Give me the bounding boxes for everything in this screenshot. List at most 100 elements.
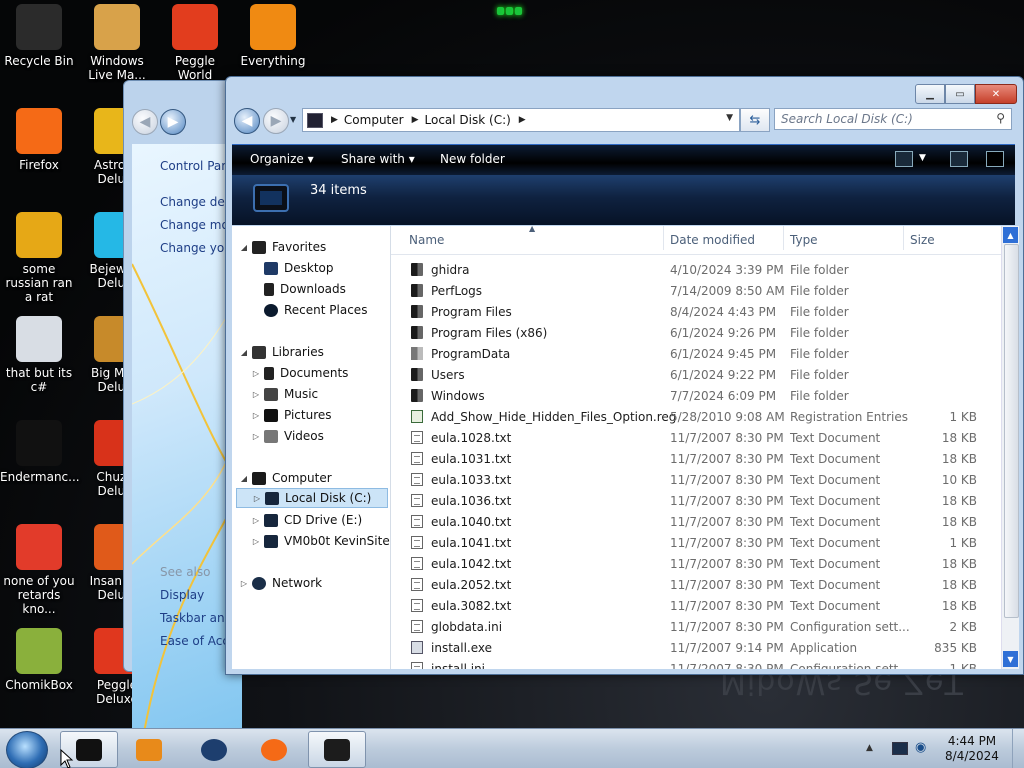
expand-arrow-icon[interactable]: ◢ <box>238 474 250 483</box>
file-row[interactable]: Windows 7/7/2024 6:09 PM File folder <box>391 385 1001 406</box>
desktop-shortcut[interactable]: Firefox <box>0 108 78 172</box>
nav-favorites[interactable]: ◢ Favorites <box>238 237 326 257</box>
file-row[interactable]: eula.3082.txt 11/7/2007 8:30 PM Text Docum… <box>391 595 1001 616</box>
file-row[interactable]: eula.1041.txt 11/7/2007 8:30 PM Text Docum… <box>391 532 1001 553</box>
file-row[interactable]: eula.2052.txt 11/7/2007 8:30 PM Text Docum… <box>391 574 1001 595</box>
collapse-arrow-icon[interactable]: ▷ <box>250 390 262 399</box>
file-row[interactable]: eula.1042.txt 11/7/2007 8:30 PM Text Docum… <box>391 553 1001 574</box>
show-desktop-button[interactable] <box>1012 729 1024 768</box>
expand-arrow-icon[interactable]: ◢ <box>238 348 250 357</box>
breadcrumb-arrow-icon[interactable]: ▶ <box>412 115 419 125</box>
change-view-icon[interactable] <box>895 151 913 167</box>
collapse-arrow-icon[interactable]: ▷ <box>250 411 262 420</box>
file-row[interactable]: ghidra 4/10/2024 3:39 PM File folder <box>391 259 1001 280</box>
nav-documents[interactable]: ▷ Documents <box>250 363 349 383</box>
nav-cd-drive[interactable]: ▷ CD Drive (E:) <box>250 510 362 530</box>
taskbar-button[interactable] <box>308 731 366 768</box>
start-button[interactable] <box>6 731 48 768</box>
nav-libraries[interactable]: ◢ Libraries <box>238 342 324 362</box>
file-row[interactable]: Add_Show_Hide_Hidden_Files_Option.reg 5/2… <box>391 406 1001 427</box>
explorer-window[interactable]: ▁ ▭ ✕ ◀ ▶ ▼ ▶ Computer ▶ Local Disk (C:)… <box>225 76 1024 675</box>
nav-music[interactable]: ▷ Music <box>250 384 318 404</box>
desktop-shortcut[interactable]: Recycle Bin <box>0 4 78 68</box>
file-row[interactable]: install.ini 11/7/2007 8:30 PM Configuratio… <box>391 658 1001 669</box>
address-bar[interactable]: ▶ Computer ▶ Local Disk (C:) ▶ ▼ <box>302 108 740 132</box>
collapse-arrow-icon[interactable]: ▷ <box>250 537 262 546</box>
collapse-arrow-icon[interactable]: ▷ <box>251 494 263 503</box>
volume-tray-icon[interactable]: ◉ <box>915 740 926 755</box>
file-row[interactable]: Program Files 8/4/2024 4:43 PM File folder <box>391 301 1001 322</box>
organize-button[interactable]: Organize ▾ <box>250 152 314 166</box>
scroll-thumb[interactable] <box>1004 244 1019 618</box>
file-row[interactable]: eula.1033.txt 11/7/2007 8:30 PM Text Docum… <box>391 469 1001 490</box>
display-link[interactable]: Display <box>160 588 204 602</box>
file-row[interactable]: install.exe 11/7/2007 9:14 PM Application 8… <box>391 637 1001 658</box>
help-icon[interactable] <box>986 151 1004 167</box>
taskbar-button[interactable] <box>185 731 243 768</box>
back-button[interactable]: ◀ <box>132 109 158 135</box>
column-header-size[interactable]: Size <box>910 233 935 247</box>
refresh-button[interactable]: ⇆ <box>740 108 770 132</box>
file-row[interactable]: eula.1040.txt 11/7/2007 8:30 PM Text Docum… <box>391 511 1001 532</box>
network-tray-icon[interactable] <box>892 742 908 755</box>
breadcrumb-computer[interactable]: Computer <box>344 113 404 127</box>
file-row[interactable]: eula.1031.txt 11/7/2007 8:30 PM Text Docum… <box>391 448 1001 469</box>
column-header-date[interactable]: Date modified <box>670 233 755 247</box>
column-header-type[interactable]: Type <box>790 233 818 247</box>
control-panel-window[interactable]: ◀ ▶ Control Pan... Change desk... Change… <box>123 80 249 744</box>
desktop-shortcut[interactable]: ChomikBox <box>0 628 78 692</box>
minimize-button[interactable]: ▁ <box>915 84 945 104</box>
new-folder-button[interactable]: New folder <box>440 152 505 166</box>
expand-arrow-icon[interactable]: ◢ <box>238 243 250 252</box>
nav-desktop[interactable]: Desktop <box>250 258 334 278</box>
nav-computer[interactable]: ◢ Computer <box>238 468 332 488</box>
file-row[interactable]: eula.1036.txt 11/7/2007 8:30 PM Text Docum… <box>391 490 1001 511</box>
file-row[interactable]: Users 6/1/2024 9:22 PM File folder <box>391 364 1001 385</box>
search-input[interactable]: Search Local Disk (C:) ⚲ <box>774 108 1012 130</box>
collapse-arrow-icon[interactable]: ▷ <box>250 369 262 378</box>
maximize-button[interactable]: ▭ <box>945 84 975 104</box>
breadcrumb-arrow-icon[interactable]: ▶ <box>519 115 526 125</box>
taskbar-button[interactable] <box>245 731 303 768</box>
close-button[interactable]: ✕ <box>975 84 1017 104</box>
back-button[interactable]: ◀ <box>234 108 260 134</box>
nav-downloads[interactable]: Downloads <box>250 279 346 299</box>
forward-button[interactable]: ▶ <box>263 108 289 134</box>
share-with-button[interactable]: Share with ▾ <box>341 152 415 166</box>
collapse-arrow-icon[interactable]: ▷ <box>238 579 250 588</box>
forward-button[interactable]: ▶ <box>160 109 186 135</box>
desktop-shortcut[interactable]: Everything <box>234 4 312 68</box>
breadcrumb-local-disk[interactable]: Local Disk (C:) <box>425 113 511 127</box>
file-row[interactable]: globdata.ini 11/7/2007 8:30 PM Configurati… <box>391 616 1001 637</box>
file-row[interactable]: eula.1028.txt 11/7/2007 8:30 PM Text Docum… <box>391 427 1001 448</box>
nav-pictures[interactable]: ▷ Pictures <box>250 405 332 425</box>
view-options-chevron-icon[interactable]: ▼ <box>919 153 926 163</box>
collapse-arrow-icon[interactable]: ▷ <box>250 516 262 525</box>
breadcrumb-arrow-icon[interactable]: ▶ <box>331 115 338 125</box>
recent-pages-chevron-icon[interactable]: ▼ <box>290 115 296 124</box>
preview-pane-icon[interactable] <box>950 151 968 167</box>
column-header-name[interactable]: Name <box>409 233 444 247</box>
taskbar-button[interactable] <box>120 731 178 768</box>
desktop-shortcut[interactable]: Endermanc... <box>0 420 80 484</box>
system-clock[interactable]: 4:44 PM 8/4/2024 <box>937 734 1007 764</box>
file-row[interactable]: ProgramData 6/1/2024 9:45 PM File folder <box>391 343 1001 364</box>
file-row[interactable]: Program Files (x86) 6/1/2024 9:26 PM File … <box>391 322 1001 343</box>
nav-local-disk[interactable]: ▷ Local Disk (C:) <box>236 488 388 508</box>
nav-network[interactable]: ▷ Network <box>238 573 322 593</box>
desktop-shortcut[interactable]: some russian ran a rat <box>0 212 78 304</box>
scroll-down-arrow-icon[interactable]: ▼ <box>1003 651 1018 667</box>
desktop-shortcut[interactable]: Windows Live Ma... <box>78 4 156 82</box>
desktop-shortcut[interactable]: none of you retards kno... <box>0 524 78 616</box>
scroll-up-arrow-icon[interactable]: ▲ <box>1003 227 1018 243</box>
collapse-arrow-icon[interactable]: ▷ <box>250 432 262 441</box>
desktop-shortcut[interactable]: that but its c# <box>0 316 78 394</box>
show-hidden-icons-icon[interactable]: ▲ <box>866 743 873 753</box>
address-dropdown-icon[interactable]: ▼ <box>726 113 733 123</box>
nav-videos[interactable]: ▷ Videos <box>250 426 324 446</box>
nav-network-share[interactable]: ▷ VM0b0t KevinSite <box>250 531 390 551</box>
desktop-shortcut[interactable]: Peggle World <box>156 4 234 82</box>
vertical-scrollbar[interactable]: ▲ ▼ <box>1001 226 1019 669</box>
file-row[interactable]: PerfLogs 7/14/2009 8:50 AM File folder <box>391 280 1001 301</box>
nav-recent-places[interactable]: Recent Places <box>250 300 367 320</box>
